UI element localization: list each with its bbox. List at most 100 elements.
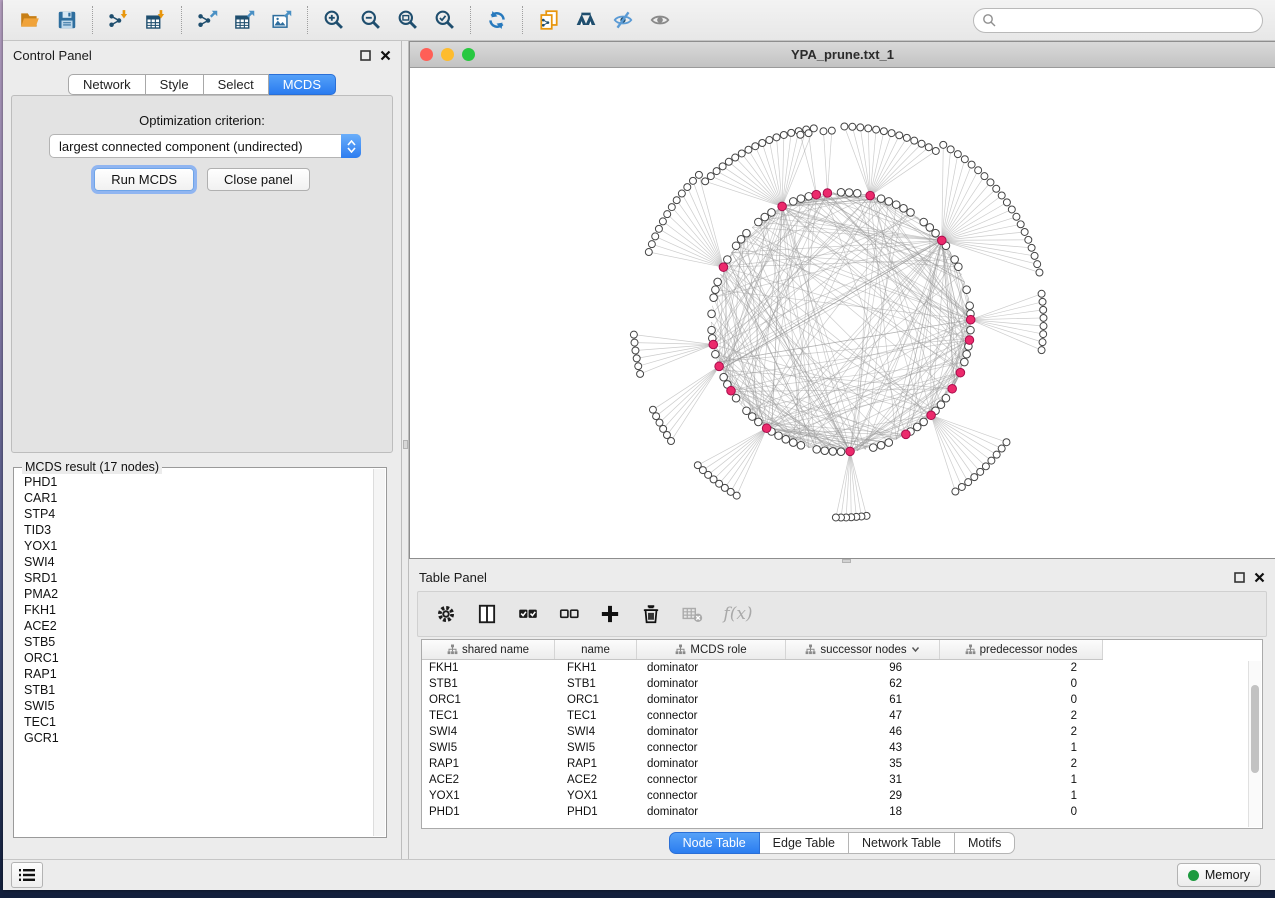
result-node-item[interactable]: CAR1 xyxy=(16,490,372,506)
float-panel-icon[interactable] xyxy=(360,50,371,61)
result-node-item[interactable]: YOX1 xyxy=(16,538,372,554)
mcds-hub-node[interactable] xyxy=(778,202,787,211)
network-node[interactable] xyxy=(768,209,776,217)
leaf-node[interactable] xyxy=(656,419,663,426)
memory-button[interactable]: Memory xyxy=(1177,863,1261,887)
leaf-node[interactable] xyxy=(1003,199,1010,206)
table-row[interactable]: TEC1TEC1connector472 xyxy=(422,708,1262,724)
table-row[interactable]: YOX1YOX1connector291 xyxy=(422,788,1262,804)
table-cell[interactable]: FKH1 xyxy=(422,660,555,676)
tab-edge-table[interactable]: Edge Table xyxy=(760,832,849,854)
leaf-node[interactable] xyxy=(631,339,638,346)
mcds-hub-node[interactable] xyxy=(948,384,957,393)
leaf-node[interactable] xyxy=(1038,347,1045,354)
open-file-button[interactable] xyxy=(11,3,48,37)
leaf-node[interactable] xyxy=(1036,269,1043,276)
leaf-node[interactable] xyxy=(832,514,839,521)
mcds-hub-node[interactable] xyxy=(966,315,975,324)
mcds-hub-node[interactable] xyxy=(965,336,974,345)
network-node[interactable] xyxy=(963,286,971,294)
tab-network[interactable]: Network xyxy=(68,74,146,95)
leaf-node[interactable] xyxy=(738,150,745,157)
leaf-node[interactable] xyxy=(896,132,903,139)
table-cell[interactable]: 46 xyxy=(786,724,940,740)
tab-node-table[interactable]: Node Table xyxy=(669,832,760,854)
table-cell[interactable]: 61 xyxy=(786,692,940,708)
leaf-node[interactable] xyxy=(668,204,675,211)
table-cell[interactable]: 2 xyxy=(940,724,1103,740)
result-node-item[interactable]: TEC1 xyxy=(16,714,372,730)
clone-network-button[interactable] xyxy=(530,3,567,37)
result-node-item[interactable]: STB1 xyxy=(16,682,372,698)
table-cell[interactable]: 0 xyxy=(940,676,1103,692)
table-row[interactable]: SWI4SWI4dominator462 xyxy=(422,724,1262,740)
result-node-item[interactable]: SWI5 xyxy=(16,698,372,714)
network-node[interactable] xyxy=(710,294,718,302)
leaf-node[interactable] xyxy=(725,158,732,165)
table-cell[interactable]: dominator xyxy=(637,660,786,676)
leaf-node[interactable] xyxy=(888,130,895,137)
table-cell[interactable]: ORC1 xyxy=(422,692,555,708)
table-cell[interactable]: 35 xyxy=(786,756,940,772)
leaf-node[interactable] xyxy=(828,127,835,134)
leaf-node[interactable] xyxy=(648,241,655,248)
run-mcds-button[interactable]: Run MCDS xyxy=(94,168,194,191)
table-cell[interactable]: dominator xyxy=(637,804,786,820)
column-header-shared-name[interactable]: shared name xyxy=(422,640,555,659)
zoom-out-button[interactable] xyxy=(352,3,389,37)
leaf-node[interactable] xyxy=(911,137,918,144)
network-node[interactable] xyxy=(797,442,805,450)
network-node[interactable] xyxy=(708,310,716,318)
window-close-icon[interactable] xyxy=(420,48,433,61)
leaf-node[interactable] xyxy=(1034,261,1041,268)
leaf-node[interactable] xyxy=(968,161,975,168)
network-node[interactable] xyxy=(761,213,769,221)
leaf-node[interactable] xyxy=(1021,228,1028,235)
network-node[interactable] xyxy=(789,198,797,206)
network-node[interactable] xyxy=(920,218,928,226)
leaf-node[interactable] xyxy=(952,488,959,495)
network-node[interactable] xyxy=(732,242,740,250)
network-titlebar[interactable]: YPA_prune.txt_1 xyxy=(410,42,1275,68)
leaf-node[interactable] xyxy=(918,140,925,147)
mcds-hub-node[interactable] xyxy=(709,340,718,349)
leaf-node[interactable] xyxy=(849,123,856,130)
network-node[interactable] xyxy=(743,229,751,237)
mcds-hub-node[interactable] xyxy=(812,190,821,199)
result-node-item[interactable]: STP4 xyxy=(16,506,372,522)
network-node[interactable] xyxy=(821,447,829,455)
leaf-node[interactable] xyxy=(1038,290,1045,297)
leaf-node[interactable] xyxy=(678,190,685,197)
leaf-node[interactable] xyxy=(1025,236,1032,243)
tab-mcds[interactable]: MCDS xyxy=(269,74,336,95)
table-row[interactable]: FKH1FKH1dominator962 xyxy=(422,660,1262,676)
leaf-node[interactable] xyxy=(633,355,640,362)
leaf-node[interactable] xyxy=(660,425,667,432)
network-node[interactable] xyxy=(913,423,921,431)
save-button[interactable] xyxy=(48,3,85,37)
leaf-node[interactable] xyxy=(652,233,659,240)
table-row[interactable]: RAP1RAP1dominator352 xyxy=(422,756,1262,772)
window-minimize-icon[interactable] xyxy=(441,48,454,61)
network-node[interactable] xyxy=(892,201,900,209)
network-node[interactable] xyxy=(853,190,861,198)
mcds-hub-node[interactable] xyxy=(719,263,728,272)
table-cell[interactable]: ACE2 xyxy=(422,772,555,788)
tab-style[interactable]: Style xyxy=(146,74,204,95)
network-view-canvas[interactable] xyxy=(410,68,1275,558)
leaf-node[interactable] xyxy=(947,146,954,153)
table-cell[interactable]: PHD1 xyxy=(555,804,637,820)
table-cell[interactable]: STB1 xyxy=(555,676,637,692)
network-node[interactable] xyxy=(966,302,974,310)
leaf-node[interactable] xyxy=(903,134,910,141)
leaf-node[interactable] xyxy=(655,225,662,232)
leaf-node[interactable] xyxy=(645,249,652,256)
leaf-node[interactable] xyxy=(635,363,642,370)
delete-row-button[interactable] xyxy=(639,602,663,626)
table-cell[interactable]: 0 xyxy=(940,804,1103,820)
result-node-item[interactable]: STB5 xyxy=(16,634,372,650)
table-row[interactable]: STB1STB1dominator620 xyxy=(422,676,1262,692)
leaf-node[interactable] xyxy=(805,130,812,137)
column-header-predecessor-nodes[interactable]: predecessor nodes xyxy=(940,640,1103,659)
leaf-node[interactable] xyxy=(873,126,880,133)
